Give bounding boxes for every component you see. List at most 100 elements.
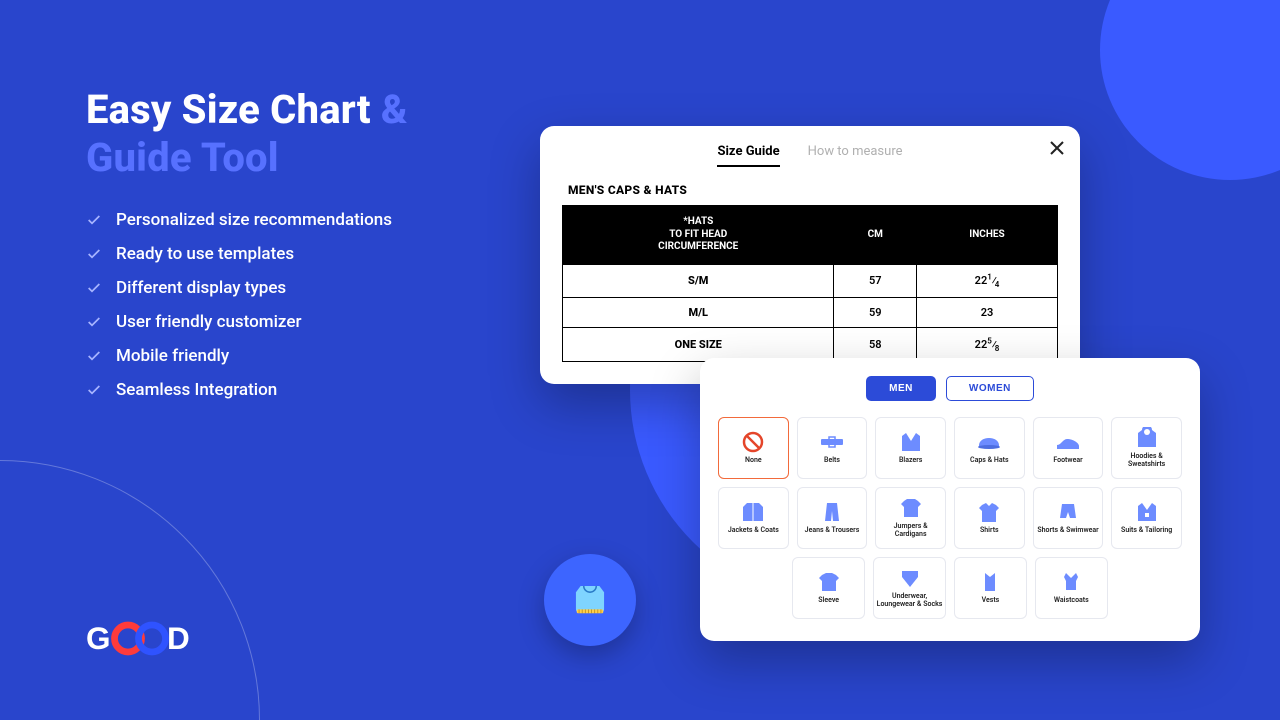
- ic-waist-icon: [1058, 571, 1084, 593]
- feature-item: User friendly customizer: [86, 312, 546, 332]
- app-badge-icon: [544, 554, 636, 646]
- ic-jumper-icon: [898, 497, 924, 519]
- category-grid-row3: Sleeve Underwear, Loungewear & Socks Vests…: [792, 557, 1108, 619]
- gender-segment: MEN WOMEN: [718, 376, 1182, 401]
- category-tile-label: Jeans & Trousers: [805, 527, 860, 535]
- category-tile-hoodies-sweatshirts[interactable]: Hoodies & Sweatshirts: [1111, 417, 1182, 479]
- col-header-inches: INCHES: [916, 206, 1057, 265]
- category-picker-panel: MEN WOMEN None Belts Blazers Caps & Hats Foo…: [700, 358, 1200, 641]
- category-tile-sleeve[interactable]: Sleeve: [792, 557, 865, 619]
- category-tile-label: Jackets & Coats: [728, 527, 779, 535]
- category-tile-label: Suits & Tailoring: [1121, 527, 1172, 535]
- category-tile-label: Jumpers & Cardigans: [878, 523, 943, 538]
- col-header-cm: CM: [834, 206, 917, 265]
- feature-item: Different display types: [86, 278, 546, 298]
- ic-shirt-icon: [976, 501, 1002, 523]
- ic-cap-icon: [976, 431, 1002, 453]
- row-cm: 59: [834, 298, 917, 328]
- size-guide-table: *HATS TO FIT HEAD CIRCUMFERENCE CM INCHE…: [562, 205, 1058, 362]
- table-row: M/L5923: [563, 298, 1058, 328]
- table-row: ONE SIZE58225⁄8: [563, 328, 1058, 362]
- hero-block: Easy Size Chart & Guide Tool Personalize…: [86, 86, 546, 414]
- title-ampersand: &: [381, 86, 408, 133]
- row-label: S/M: [563, 264, 834, 298]
- size-guide-modal: Size Guide How to measure MEN'S CAPS & H…: [540, 126, 1080, 384]
- ic-shorts-icon: [1055, 501, 1081, 523]
- category-tile-label: Shorts & Swimwear: [1037, 527, 1098, 535]
- category-tile-belts[interactable]: Belts: [797, 417, 868, 479]
- check-icon: [86, 382, 102, 398]
- segment-men-button[interactable]: MEN: [866, 376, 936, 401]
- check-icon: [86, 280, 102, 296]
- decor-circle-top-right: [1100, 0, 1280, 180]
- category-tile-label: Sleeve: [818, 597, 839, 605]
- category-tile-label: None: [745, 457, 762, 465]
- category-tile-none[interactable]: None: [718, 417, 789, 479]
- row-cm: 57: [834, 264, 917, 298]
- category-tile-shorts-swimwear[interactable]: Shorts & Swimwear: [1033, 487, 1104, 549]
- check-icon: [86, 212, 102, 228]
- feature-text: Seamless Integration: [116, 380, 277, 400]
- segment-women-button[interactable]: WOMEN: [946, 376, 1034, 401]
- ic-belt-icon: [819, 431, 845, 453]
- category-tile-waistcoats[interactable]: Waistcoats: [1035, 557, 1108, 619]
- category-tile-jumpers-cardigans[interactable]: Jumpers & Cardigans: [875, 487, 946, 549]
- category-tile-label: Waistcoats: [1054, 597, 1089, 605]
- feature-list: Personalized size recommendations Ready …: [86, 210, 546, 400]
- category-tile-underwear-loungewear-socks[interactable]: Underwear, Loungewear & Socks: [873, 557, 946, 619]
- feature-item: Personalized size recommendations: [86, 210, 546, 230]
- row-cm: 58: [834, 328, 917, 362]
- category-grid-row2: Jackets & Coats Jeans & Trousers Jumpers &…: [718, 487, 1182, 549]
- category-tile-vests[interactable]: Vests: [954, 557, 1027, 619]
- brand-logo: G D: [86, 619, 206, 662]
- category-tile-label: Shirts: [980, 527, 999, 535]
- category-tile-footwear[interactable]: Footwear: [1033, 417, 1104, 479]
- category-tile-label: Belts: [824, 457, 840, 465]
- feature-item: Ready to use templates: [86, 244, 546, 264]
- category-tile-jackets-coats[interactable]: Jackets & Coats: [718, 487, 789, 549]
- category-tile-label: Caps & Hats: [970, 457, 1009, 465]
- category-tile-label: Vests: [982, 597, 1000, 605]
- row-inches: 221⁄4: [916, 264, 1057, 298]
- category-tile-jeans-trousers[interactable]: Jeans & Trousers: [797, 487, 868, 549]
- page-title: Easy Size Chart & Guide Tool: [86, 86, 546, 182]
- ic-under-icon: [897, 567, 923, 589]
- category-grid-row1: None Belts Blazers Caps & Hats Footwear Hoodi…: [718, 417, 1182, 479]
- row-label: ONE SIZE: [563, 328, 834, 362]
- feature-text: Personalized size recommendations: [116, 210, 392, 230]
- row-label: M/L: [563, 298, 834, 328]
- feature-item: Mobile friendly: [86, 346, 546, 366]
- category-tile-label: Footwear: [1053, 457, 1082, 465]
- category-tile-label: Blazers: [899, 457, 922, 465]
- decor-circle-bottom-left: [0, 460, 260, 720]
- check-icon: [86, 246, 102, 262]
- svg-text:G: G: [86, 620, 111, 656]
- feature-text: User friendly customizer: [116, 312, 301, 332]
- size-guide-tabs: Size Guide How to measure: [562, 144, 1058, 167]
- ic-none-icon: [740, 431, 766, 453]
- category-tile-label: Underwear, Loungewear & Socks: [876, 593, 943, 608]
- category-tile-suits-tailoring[interactable]: Suits & Tailoring: [1111, 487, 1182, 549]
- ic-blazer-icon: [898, 431, 924, 453]
- category-tile-label: Hoodies & Sweatshirts: [1114, 453, 1179, 468]
- row-inches: 23: [916, 298, 1057, 328]
- ic-sleeve-icon: [816, 571, 842, 593]
- title-part-b: Guide Tool: [86, 134, 279, 181]
- feature-text: Ready to use templates: [116, 244, 294, 264]
- svg-text:D: D: [167, 620, 190, 656]
- tab-how-to-measure[interactable]: How to measure: [808, 144, 903, 167]
- tab-size-guide[interactable]: Size Guide: [717, 144, 779, 167]
- size-guide-section-title: MEN'S CAPS & HATS: [568, 183, 1058, 197]
- close-icon[interactable]: [1050, 140, 1064, 154]
- ic-jacket-icon: [740, 501, 766, 523]
- category-tile-caps-hats[interactable]: Caps & Hats: [954, 417, 1025, 479]
- ic-jeans-icon: [819, 501, 845, 523]
- feature-text: Mobile friendly: [116, 346, 229, 366]
- category-tile-blazers[interactable]: Blazers: [875, 417, 946, 479]
- ic-hoodie-icon: [1134, 427, 1160, 449]
- feature-text: Different display types: [116, 278, 286, 298]
- category-tile-shirts[interactable]: Shirts: [954, 487, 1025, 549]
- ic-vest-icon: [977, 571, 1003, 593]
- check-icon: [86, 314, 102, 330]
- ic-shoe-icon: [1055, 431, 1081, 453]
